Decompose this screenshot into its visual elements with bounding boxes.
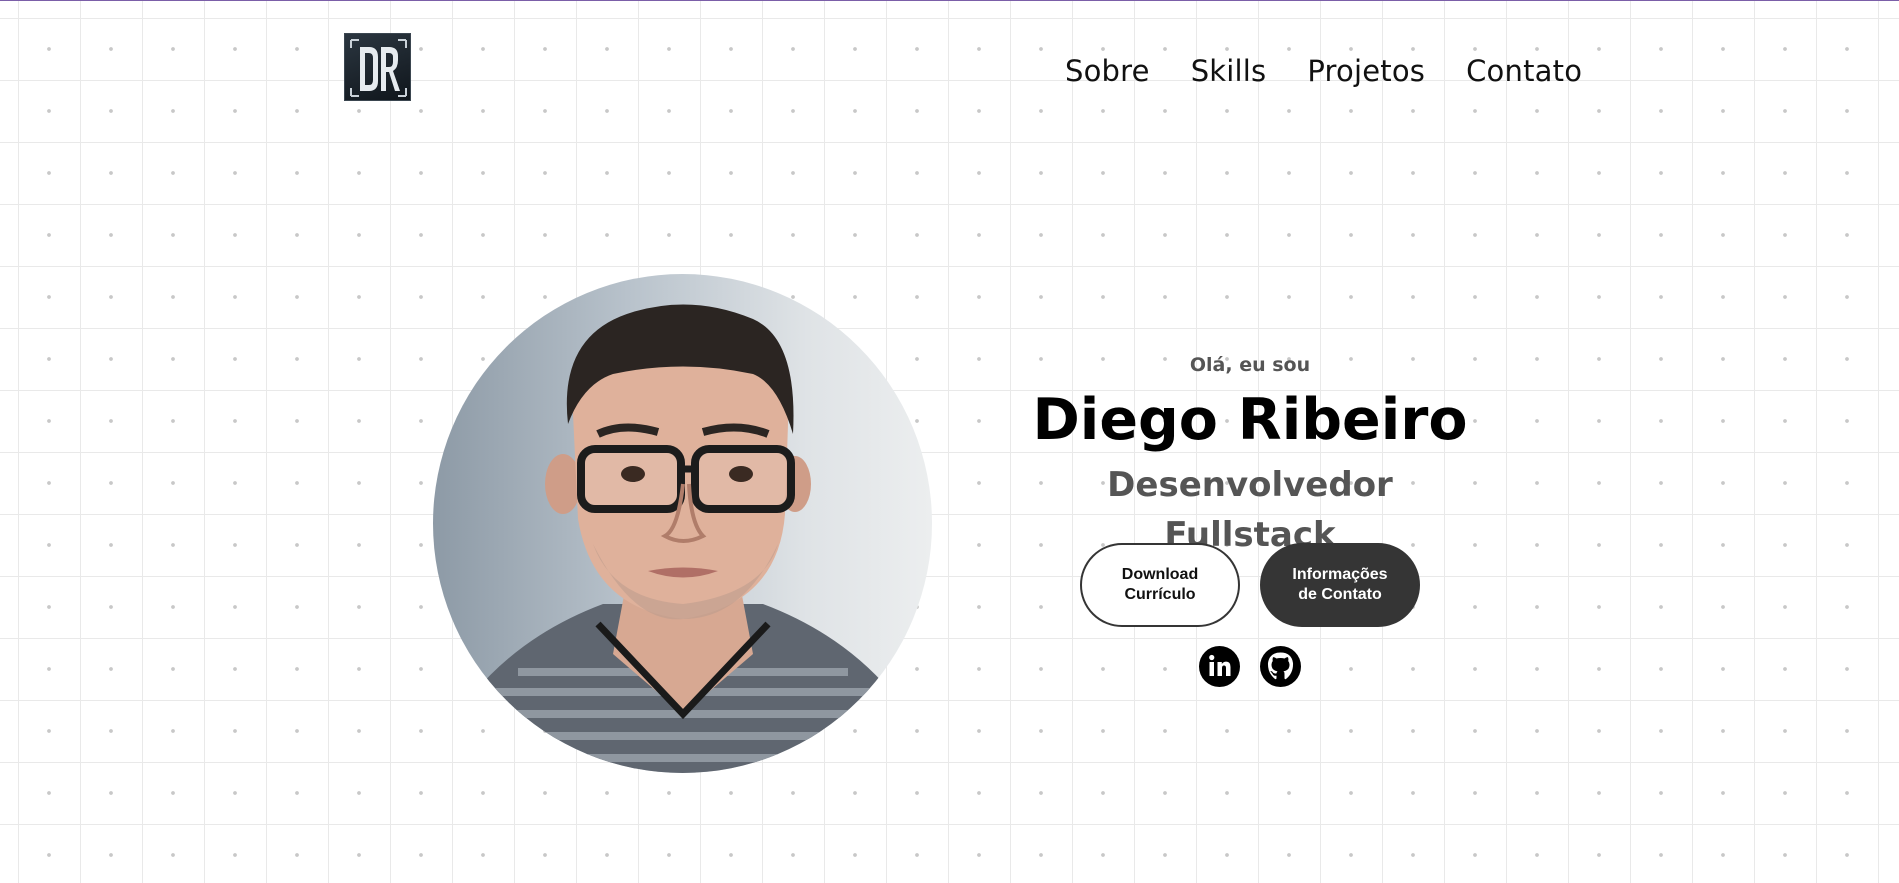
hero-name: Diego Ribeiro <box>1032 387 1468 453</box>
top-accent-border <box>0 0 1899 1</box>
profile-photo <box>433 274 932 773</box>
profile-illustration <box>433 304 932 773</box>
download-cv-button[interactable]: Download Currículo <box>1080 543 1240 627</box>
hero-text: Olá, eu sou Diego Ribeiro Desenvolvedor … <box>1020 350 1480 560</box>
nav-item-sobre[interactable]: Sobre <box>1065 54 1150 88</box>
logo[interactable] <box>344 33 411 101</box>
social-links <box>1199 646 1301 687</box>
hero-buttons: Download Currículo Informações de Contat… <box>1080 543 1420 627</box>
linkedin-icon[interactable] <box>1199 646 1240 687</box>
nav-item-projetos[interactable]: Projetos <box>1307 54 1425 88</box>
main-nav: Sobre Skills Projetos Contato <box>1065 54 1582 88</box>
greeting-text: Olá, eu sou <box>1189 354 1311 376</box>
nav-item-skills[interactable]: Skills <box>1191 54 1267 88</box>
contact-info-button[interactable]: Informações de Contato <box>1260 543 1420 627</box>
github-icon[interactable] <box>1260 646 1301 687</box>
logo-mark <box>350 39 407 97</box>
nav-item-contato[interactable]: Contato <box>1466 54 1582 88</box>
